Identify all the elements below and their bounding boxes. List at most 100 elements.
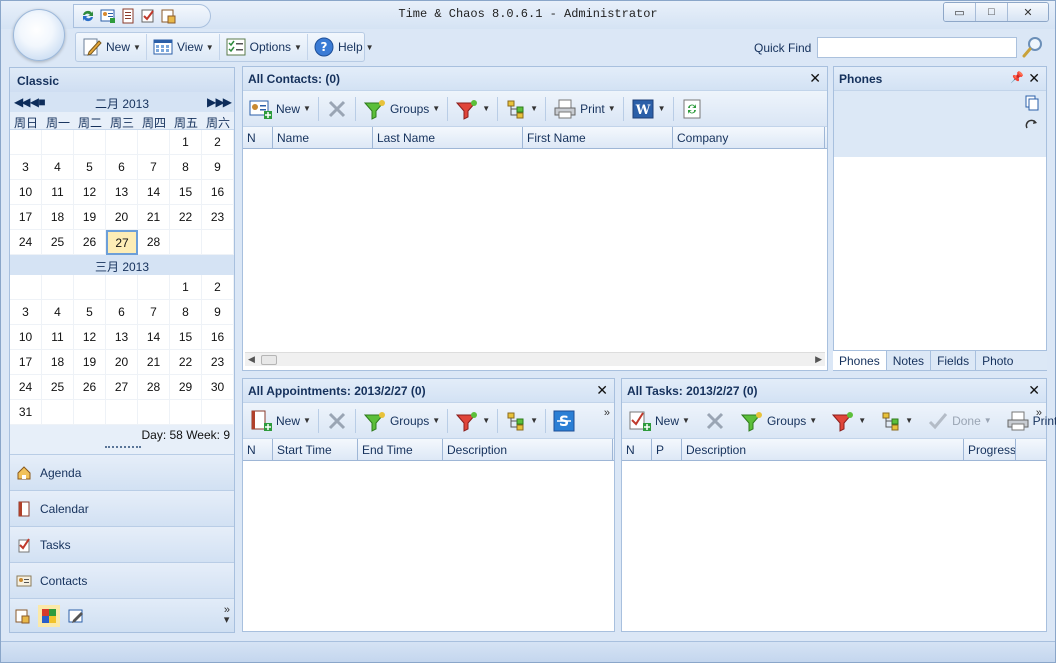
print-button[interactable]: Print ▼ [1003,407,1056,435]
word-export-button[interactable]: W ▼ [628,95,669,123]
view-menu-button[interactable]: View ▼ [147,34,220,60]
pin-icon[interactable]: 📌 [1010,71,1024,84]
calendar-day[interactable]: 22 [170,350,202,375]
calendar-day[interactable]: 5 [74,300,106,325]
calendar-day[interactable]: 31 [10,400,42,425]
column-header[interactable]: First Name [523,127,673,148]
calendar-day[interactable]: 12 [74,180,106,205]
new-menu-button[interactable]: New ▼ [76,34,147,60]
scroll-left-icon[interactable]: ◀ [248,354,255,365]
calendar-day[interactable]: 7 [138,155,170,180]
calendar-day[interactable]: 26 [74,230,106,255]
calendar-day[interactable]: 19 [74,205,106,230]
column-header[interactable]: N [622,439,652,460]
overflow-chevron-icon[interactable]: » [604,407,610,419]
calendar-day[interactable]: 17 [10,350,42,375]
calendar-day[interactable]: 10 [10,180,42,205]
calendar-day[interactable]: 1 [170,275,202,300]
filter-button[interactable]: ▼ [452,407,493,435]
calendar-day[interactable]: 13 [106,325,138,350]
delete-button[interactable] [701,407,729,435]
edit-form-icon[interactable] [68,608,84,624]
column-header[interactable]: End Time [358,439,443,460]
calendar-day[interactable]: 11 [42,325,74,350]
new-contact-button[interactable]: New ▼ [246,95,314,123]
tab-phones[interactable]: Phones [833,351,887,370]
calendar-day[interactable]: 24 [10,375,42,400]
calendar-day[interactable]: 9 [202,300,234,325]
delete-button[interactable] [323,407,351,435]
calendar-day[interactable]: 25 [42,375,74,400]
horizontal-scrollbar[interactable]: ◀ ▶ [245,352,825,366]
more-chevron-icon[interactable]: » ▾ [224,605,230,626]
next-month-next-year-buttons[interactable]: ▶ ▶▶ [207,95,232,109]
calendar-day[interactable]: 17 [10,205,42,230]
contacts-quick-icon[interactable] [100,8,116,24]
color-palette-icon[interactable] [38,604,60,627]
column-header[interactable]: Company [673,127,825,148]
options-menu-button[interactable]: Options ▼ [220,34,308,60]
calendar-day[interactable]: 13 [106,180,138,205]
calendar-day[interactable]: 23 [202,350,234,375]
splitter-grip[interactable] [105,446,141,450]
new-appointment-button[interactable]: New ▼ [246,407,314,435]
memo-icon[interactable] [14,608,30,624]
column-header[interactable]: Description [682,439,964,460]
close-icon[interactable]: ✕ [1028,382,1040,399]
nav-item-contacts[interactable]: Contacts [10,562,234,598]
calendar-day[interactable]: 15 [170,180,202,205]
tab-notes[interactable]: Notes [887,351,932,370]
calendar-day[interactable]: 20 [106,350,138,375]
groups-button[interactable]: Groups ▼ [737,407,820,435]
calendar-day[interactable]: 14 [138,325,170,350]
sync-icon[interactable] [80,8,96,24]
calendar-day[interactable]: 2 [202,275,234,300]
calendar-day[interactable]: 28 [138,230,170,255]
calendar-day[interactable]: 26 [74,375,106,400]
column-header[interactable]: P [652,439,682,460]
calendar-day[interactable]: 30 [202,375,234,400]
calendar-day[interactable]: 6 [106,300,138,325]
filter-button[interactable]: ▼ [452,95,493,123]
calendar-day[interactable]: 20 [106,205,138,230]
calendar-day[interactable]: 21 [138,205,170,230]
nav-item-calendar[interactable]: Calendar [10,490,234,526]
appointment-quick-icon[interactable] [120,8,136,24]
groups-button[interactable]: Groups ▼ [360,95,443,123]
tree-view-button[interactable]: ▼ [502,95,541,123]
column-header[interactable]: N [243,127,273,148]
calendar-day[interactable]: 9 [202,155,234,180]
scroll-right-icon[interactable]: ▶ [815,354,822,365]
calendar-day[interactable]: 7 [138,300,170,325]
calendar-day[interactable]: 18 [42,350,74,375]
nav-item-agenda[interactable]: Agenda [10,454,234,490]
calendar-day[interactable]: 4 [42,155,74,180]
column-header[interactable]: N [243,439,273,460]
calendar-day[interactable]: 3 [10,300,42,325]
calendar-day[interactable]: 29 [170,375,202,400]
calendar-day[interactable]: 25 [42,230,74,255]
calendar-day[interactable]: 23 [202,205,234,230]
done-button[interactable]: Done ▼ [924,407,995,435]
calendar-day[interactable]: 27 [106,230,138,255]
app-orb-button[interactable] [13,9,65,61]
calendar-day[interactable]: 19 [74,350,106,375]
close-icon[interactable]: ✕ [596,382,608,399]
calendar-day[interactable]: 4 [42,300,74,325]
column-header[interactable]: Last Name [373,127,523,148]
delete-button[interactable] [323,95,351,123]
copy-icon[interactable] [1024,95,1040,111]
calendar-day[interactable]: 6 [106,155,138,180]
calendar-day[interactable]: 3 [10,155,42,180]
scroll-thumb[interactable] [261,355,277,365]
calendar-day[interactable]: 22 [170,205,202,230]
column-header[interactable]: Description [443,439,613,460]
calendar-day[interactable]: 8 [170,300,202,325]
overflow-chevron-icon[interactable]: » [1036,407,1042,419]
calendar-day[interactable]: 18 [42,205,74,230]
column-header[interactable]: Progress [964,439,1016,460]
strikethrough-button[interactable]: S [550,407,578,435]
calendar-day[interactable]: 21 [138,350,170,375]
tab-fields[interactable]: Fields [931,351,977,370]
calendar-day[interactable]: 5 [74,155,106,180]
